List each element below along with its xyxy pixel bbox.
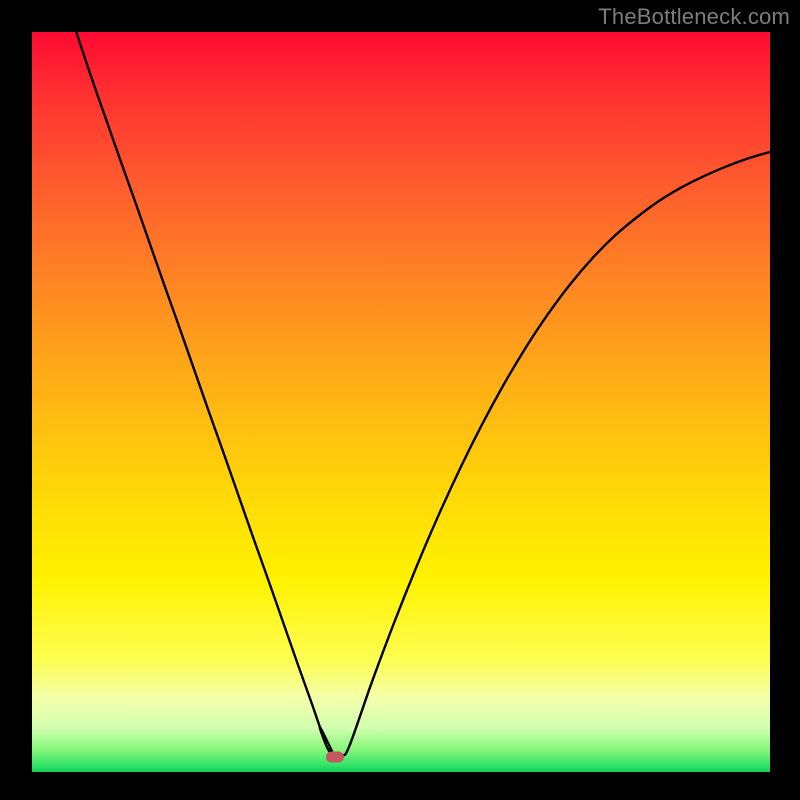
optimal-point-marker (326, 752, 344, 763)
branding-watermark: TheBottleneck.com (598, 4, 790, 30)
chart-area (32, 32, 770, 772)
bottleneck-curve (32, 32, 770, 772)
